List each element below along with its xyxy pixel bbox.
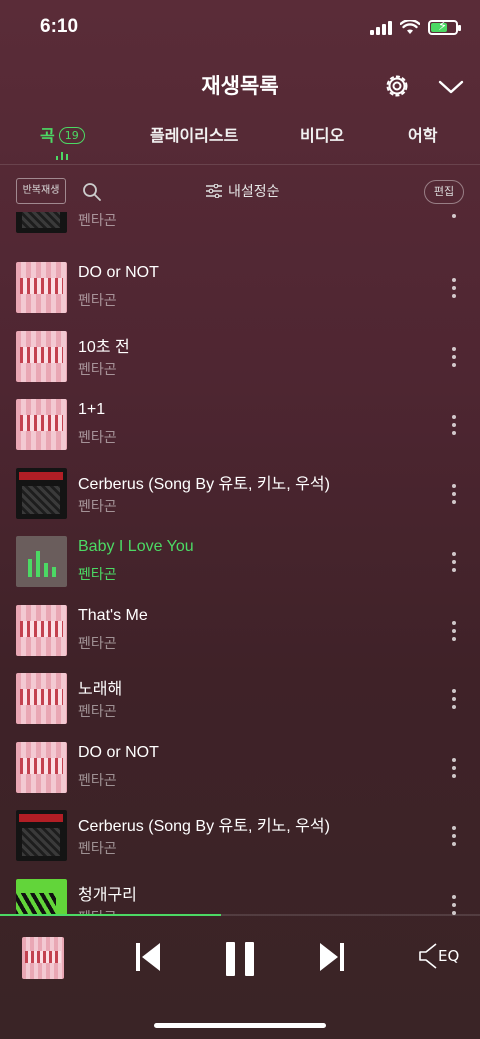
album-art bbox=[16, 331, 67, 382]
song-artist: 펜타곤 bbox=[78, 430, 117, 446]
tab-language[interactable]: 어학 bbox=[408, 122, 437, 146]
song-artist: 펜타곤 bbox=[78, 567, 117, 583]
album-art bbox=[16, 879, 67, 915]
edit-button[interactable]: 편집 bbox=[424, 180, 464, 204]
eq-label: EQ bbox=[438, 947, 460, 965]
album-art bbox=[16, 673, 67, 724]
album-art bbox=[16, 810, 67, 861]
more-icon[interactable] bbox=[452, 415, 456, 435]
song-artist: 펜타곤 bbox=[78, 636, 117, 652]
song-title: 노래해 bbox=[78, 681, 123, 698]
list-item[interactable]: Cerberus (Song By 유토, 키노, 우석) 펜타곤 bbox=[0, 460, 480, 528]
previous-icon[interactable] bbox=[134, 940, 162, 974]
list-item[interactable]: 노래해 펜타곤 bbox=[0, 665, 480, 733]
song-title: Cerberus (Song By 유토, 키노, 우석) bbox=[78, 476, 330, 493]
song-count-badge: 19 bbox=[58, 127, 85, 144]
gear-icon[interactable] bbox=[383, 72, 411, 100]
status-icons: ⚡ bbox=[370, 19, 461, 35]
sort-button[interactable]: 내설정순 bbox=[206, 181, 280, 201]
album-art bbox=[16, 536, 67, 587]
pause-icon[interactable] bbox=[224, 940, 256, 978]
equalizer-icon bbox=[28, 551, 56, 577]
more-icon[interactable] bbox=[452, 758, 456, 778]
sort-label: 내설정순 bbox=[228, 184, 280, 200]
song-title: 청개구리 bbox=[78, 887, 137, 904]
list-toolbar: 반복재생 내설정순 편집 bbox=[0, 172, 480, 212]
tab-playlists[interactable]: 플레이리스트 bbox=[150, 122, 238, 146]
status-time: 6:10 bbox=[40, 16, 79, 37]
wifi-icon bbox=[400, 20, 420, 34]
song-title: DO or NOT bbox=[78, 744, 159, 761]
more-icon[interactable] bbox=[452, 278, 456, 298]
song-title: Cerberus (Song By 유토, 키노, 우석) bbox=[78, 818, 330, 835]
search-icon[interactable] bbox=[82, 182, 102, 202]
list-item[interactable]: DO or NOT 펜타곤 bbox=[0, 254, 480, 322]
header: 재생목록 bbox=[0, 60, 480, 110]
eq-button[interactable]: EQ bbox=[418, 942, 459, 970]
list-item[interactable]: 펜타곤 bbox=[0, 212, 480, 242]
battery-icon: ⚡ bbox=[428, 19, 461, 35]
more-icon[interactable] bbox=[452, 347, 456, 367]
list-item[interactable]: 청개구리 펜타곤 bbox=[0, 871, 480, 915]
song-artist: 펜타곤 bbox=[78, 704, 117, 720]
tab-bar: 곡 19 플레이리스트 비디오 어학 bbox=[0, 118, 480, 164]
song-artist: 펜타곤 bbox=[78, 841, 117, 857]
more-icon[interactable] bbox=[452, 552, 456, 572]
status-bar: 6:10 ⚡ bbox=[0, 0, 480, 56]
signal-icon bbox=[370, 20, 392, 35]
album-art bbox=[16, 468, 67, 519]
tab-songs-label: 곡 bbox=[40, 126, 55, 145]
now-playing-album-art[interactable] bbox=[22, 937, 64, 979]
repeat-button[interactable]: 반복재생 bbox=[16, 178, 66, 204]
album-art bbox=[16, 399, 67, 450]
song-artist: 펜타곤 bbox=[78, 293, 117, 309]
album-art bbox=[16, 605, 67, 656]
more-icon[interactable] bbox=[452, 826, 456, 846]
song-artist: 펜타곤 bbox=[78, 362, 117, 378]
now-playing-indicator-icon bbox=[56, 150, 68, 160]
song-artist: 펜타곤 bbox=[78, 213, 117, 229]
list-item[interactable]: 1+1 펜타곤 bbox=[0, 391, 480, 459]
more-icon[interactable] bbox=[452, 621, 456, 641]
list-item[interactable]: DO or NOT 펜타곤 bbox=[0, 734, 480, 802]
album-art bbox=[16, 262, 67, 313]
list-item[interactable]: Cerberus (Song By 유토, 키노, 우석) 펜타곤 bbox=[0, 802, 480, 870]
album-art bbox=[16, 212, 67, 233]
song-title: 1+1 bbox=[78, 401, 106, 418]
more-icon[interactable] bbox=[452, 689, 456, 709]
more-icon[interactable] bbox=[452, 212, 456, 218]
next-icon[interactable] bbox=[318, 940, 346, 974]
tab-songs[interactable]: 곡 19 bbox=[40, 122, 85, 146]
more-icon[interactable] bbox=[452, 484, 456, 504]
song-artist: 펜타곤 bbox=[78, 773, 117, 789]
home-indicator[interactable] bbox=[154, 1023, 326, 1028]
list-item-now-playing[interactable]: Baby I Love You 펜타곤 bbox=[0, 528, 480, 596]
more-icon[interactable] bbox=[452, 895, 456, 915]
sliders-icon bbox=[206, 184, 222, 198]
song-title: Baby I Love You bbox=[78, 538, 194, 555]
list-item[interactable]: That's Me 펜타곤 bbox=[0, 597, 480, 665]
mini-player: EQ bbox=[0, 916, 480, 1039]
speaker-icon bbox=[419, 943, 437, 969]
chevron-down-icon[interactable] bbox=[437, 74, 465, 98]
tab-videos[interactable]: 비디오 bbox=[300, 122, 344, 146]
song-title: 10초 전 bbox=[78, 339, 130, 356]
list-item[interactable]: 10초 전 펜타곤 bbox=[0, 323, 480, 391]
song-title: That's Me bbox=[78, 607, 148, 624]
divider bbox=[0, 164, 480, 165]
song-title: DO or NOT bbox=[78, 264, 159, 281]
song-list: 펜타곤 DO or NOT 펜타곤 10초 전 펜타곤 1+1 펜타곤 Cerb… bbox=[0, 212, 480, 915]
album-art bbox=[16, 742, 67, 793]
song-artist: 펜타곤 bbox=[78, 499, 117, 515]
